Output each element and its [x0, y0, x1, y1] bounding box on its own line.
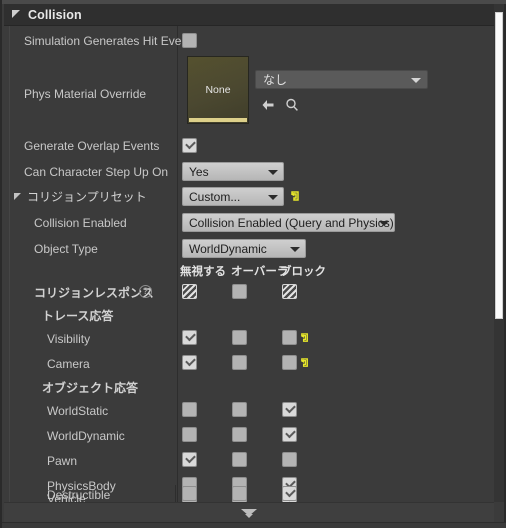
- worlddynamic-block-checkbox[interactable]: [282, 427, 297, 442]
- visibility-overlap-checkbox[interactable]: [232, 330, 247, 345]
- worlddynamic-overlap-checkbox[interactable]: [232, 427, 247, 442]
- destructible-overlap-checkbox[interactable]: [232, 486, 247, 501]
- row-object-type: Object Type WorldDynamic: [4, 235, 494, 261]
- reset-to-default-icon[interactable]: [300, 330, 311, 342]
- collision-preset-combo[interactable]: Custom...: [182, 187, 284, 206]
- row-phys-material-override: Phys Material Override None なし: [4, 54, 494, 134]
- collapse-section-button[interactable]: [4, 502, 494, 522]
- destructible-ignore-checkbox[interactable]: [182, 486, 197, 501]
- row-label: Can Character Step Up On: [24, 165, 169, 179]
- asset-picker-value: なし: [263, 73, 288, 87]
- master-block-checkbox[interactable]: [282, 284, 297, 299]
- collision-category-header[interactable]: Collision: [4, 4, 494, 26]
- visibility-ignore-checkbox[interactable]: [182, 330, 197, 345]
- object-type-combo[interactable]: WorldDynamic: [182, 239, 306, 258]
- row-collision-preset: コリジョンプリセット Custom...: [4, 184, 494, 209]
- row-label: Destructible: [47, 488, 111, 502]
- thumbnail-accent-strip: [189, 118, 247, 122]
- camera-overlap-checkbox[interactable]: [232, 355, 247, 370]
- row-label: コリジョンプリセット: [27, 190, 147, 204]
- details-panel: Collision Simulation Generates Hit Event…: [0, 0, 506, 528]
- vertical-scrollbar-thumb[interactable]: [495, 12, 503, 319]
- page-title: Collision: [28, 7, 82, 22]
- chevron-down-icon[interactable]: [379, 221, 389, 226]
- worldstatic-block-checkbox[interactable]: [282, 402, 297, 417]
- chevron-down-icon[interactable]: [411, 78, 421, 83]
- combo-value: Yes: [189, 164, 209, 179]
- column-header-block: ブロック: [280, 266, 326, 278]
- combo-value: WorldDynamic: [189, 241, 267, 256]
- row-label: Simulation Generates Hit Event: [24, 34, 192, 48]
- back-arrow-icon[interactable]: [260, 97, 276, 113]
- browse-search-icon[interactable]: [284, 97, 300, 113]
- row-generate-overlap-events: Generate Overlap Events: [4, 134, 494, 159]
- row-collision-responses: コリジョンレスポンス ?: [4, 279, 494, 305]
- combo-value: Collision Enabled (Query and Physics): [189, 215, 394, 230]
- phys-material-thumbnail[interactable]: None: [187, 56, 249, 124]
- panel-bottom-strip: [2, 522, 506, 528]
- group-trace-responses: トレース応答: [4, 305, 494, 327]
- simulation-generates-hit-events-checkbox[interactable]: [182, 33, 197, 48]
- row-label: Generate Overlap Events: [24, 139, 160, 153]
- reset-to-default-icon[interactable]: [290, 189, 301, 201]
- reset-to-default-icon[interactable]: [300, 355, 311, 367]
- row-destructible: Destructible: [4, 485, 494, 503]
- visibility-block-checkbox[interactable]: [282, 330, 297, 345]
- column-splitter-cont: [175, 485, 176, 503]
- vertical-scrollbar-track[interactable]: [494, 4, 504, 502]
- generate-overlap-events-checkbox[interactable]: [182, 138, 197, 153]
- row-label: Visibility: [47, 332, 91, 346]
- group-label: オブジェクト応答: [42, 381, 139, 395]
- row-label: Collision Enabled: [34, 216, 127, 230]
- destructible-block-checkbox[interactable]: [282, 486, 297, 501]
- row-label: Camera: [47, 357, 90, 371]
- row-label: Object Type: [34, 242, 98, 256]
- thumbnail-label: None: [205, 84, 231, 96]
- row-label: WorldDynamic: [47, 429, 125, 443]
- worldstatic-overlap-checkbox[interactable]: [232, 402, 247, 417]
- row-worldstatic: WorldStatic: [4, 399, 494, 424]
- row-label: Phys Material Override: [24, 87, 147, 101]
- row-label: コリジョンレスポンス: [34, 286, 154, 300]
- group-object-responses: オブジェクト応答: [4, 377, 494, 399]
- row-worlddynamic: WorldDynamic: [4, 424, 494, 449]
- collision-enabled-combo[interactable]: Collision Enabled (Query and Physics): [182, 213, 395, 232]
- response-column-headers: 無視する オーバーラ ブロック: [4, 261, 494, 279]
- master-overlap-checkbox[interactable]: [232, 284, 247, 299]
- row-collision-enabled: Collision Enabled Collision Enabled (Que…: [4, 209, 494, 235]
- row-simulation-generates-hit-events: Simulation Generates Hit Event: [4, 30, 494, 52]
- chevron-expanded-icon[interactable]: [14, 193, 23, 202]
- row-can-character-step-up-on: Can Character Step Up On Yes: [4, 159, 494, 184]
- row-camera: Camera: [4, 352, 494, 377]
- chevron-down-icon[interactable]: [290, 247, 300, 252]
- chevron-expanded-icon[interactable]: [12, 10, 21, 19]
- worldstatic-ignore-checkbox[interactable]: [182, 402, 197, 417]
- camera-ignore-checkbox[interactable]: [182, 355, 197, 370]
- chevron-down-icon[interactable]: [268, 170, 278, 175]
- group-label: トレース応答: [42, 309, 114, 323]
- chevron-down-icon[interactable]: [268, 195, 278, 200]
- combo-value: Custom...: [189, 189, 241, 204]
- master-ignore-checkbox[interactable]: [182, 284, 197, 299]
- worlddynamic-ignore-checkbox[interactable]: [182, 427, 197, 442]
- camera-block-checkbox[interactable]: [282, 355, 297, 370]
- row-label: WorldStatic: [47, 404, 109, 418]
- column-header-ignore: 無視する: [180, 266, 226, 278]
- phys-material-asset-picker[interactable]: なし: [255, 70, 428, 89]
- can-character-step-up-on-combo[interactable]: Yes: [182, 162, 284, 181]
- property-list: Simulation Generates Hit Event Phys Mate…: [4, 26, 494, 502]
- row-visibility: Visibility: [4, 327, 494, 352]
- help-question-icon[interactable]: ?: [139, 285, 152, 298]
